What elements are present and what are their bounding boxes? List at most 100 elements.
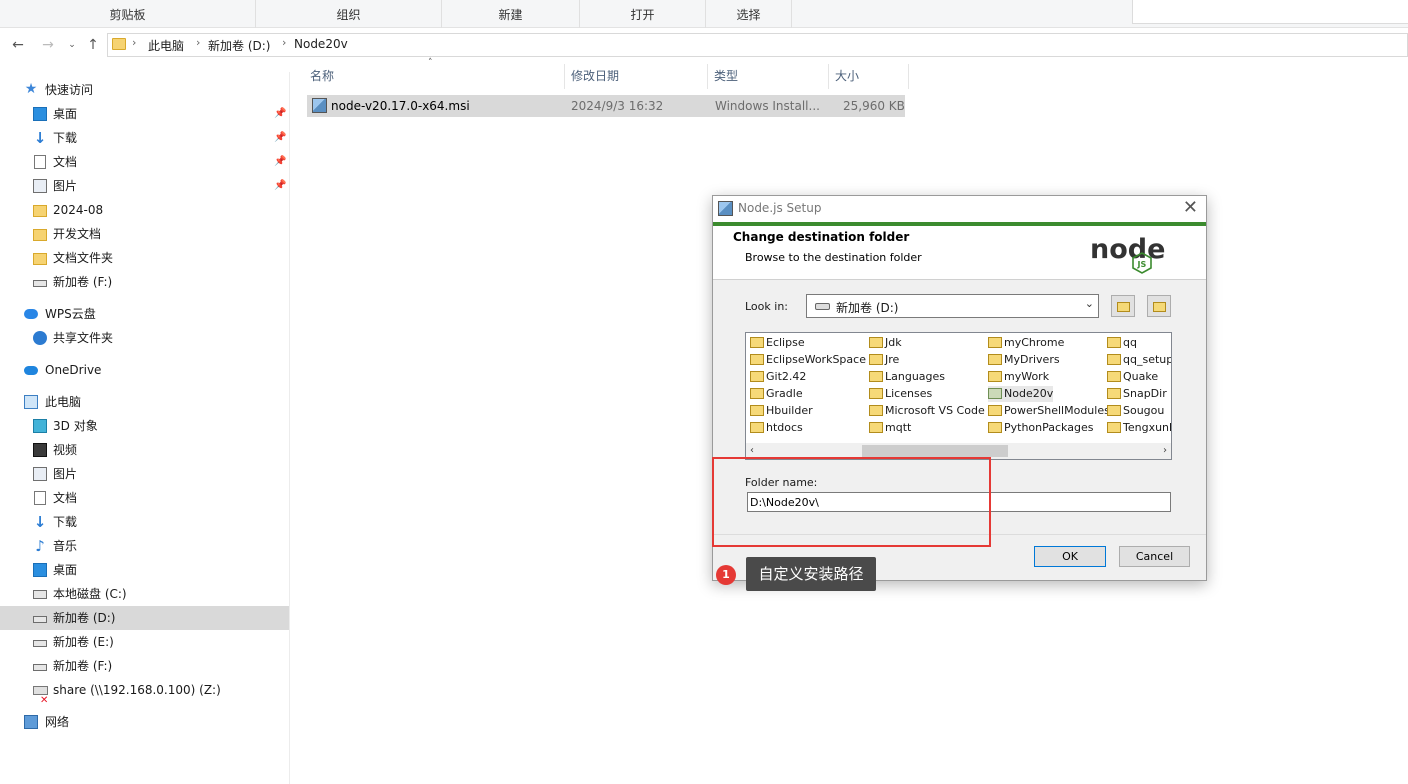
folder-label: MyDrivers: [1004, 353, 1060, 366]
nav-quick-drive-f[interactable]: 新加卷 (F:): [0, 270, 289, 294]
nav-drive-c[interactable]: 本地磁盘 (C:): [0, 582, 289, 606]
folder-icon: [988, 337, 1002, 348]
up-one-level-button[interactable]: [1111, 295, 1135, 317]
folder-item[interactable]: Git2.42: [750, 369, 806, 385]
nav-folder-dev-docs[interactable]: 开发文档: [0, 222, 289, 246]
folder-item[interactable]: Licenses: [869, 386, 932, 402]
folder-item[interactable]: EclipseWorkSpace: [750, 352, 866, 368]
folder-item[interactable]: Quake: [1107, 369, 1158, 385]
folder-item[interactable]: Jre: [869, 352, 899, 368]
disconnected-network-drive-icon: [33, 686, 48, 713]
folder-icon: [869, 388, 883, 399]
nav-documents[interactable]: 文档: [0, 486, 289, 510]
column-header-name[interactable]: 名称: [304, 64, 565, 89]
nav-pinned-desktop[interactable]: 桌面 📌: [0, 102, 289, 126]
nav-drive-f[interactable]: 新加卷 (F:): [0, 654, 289, 678]
nav-label: 新加卷 (D:): [53, 611, 116, 625]
nav-pinned-pictures[interactable]: 图片 📌: [0, 174, 289, 198]
ribbon-group-select: 选择: [706, 0, 792, 28]
folder-item[interactable]: Eclipse: [750, 335, 805, 351]
desktop-icon: [33, 563, 47, 577]
folder-item[interactable]: Tengxunhu: [1107, 420, 1171, 436]
file-row-node-msi[interactable]: node-v20.17.0-x64.msi 2024/9/3 16:32 Win…: [307, 95, 905, 117]
column-header-type[interactable]: 类型: [708, 64, 829, 89]
nav-videos[interactable]: 视频: [0, 438, 289, 462]
folder-item[interactable]: PythonPackages: [988, 420, 1093, 436]
scrollbar-thumb[interactable]: [862, 445, 1008, 457]
recent-locations-chevron-icon[interactable]: ⌄: [62, 33, 82, 57]
nav-network[interactable]: 网络: [0, 710, 289, 734]
address-bar[interactable]: › 此电脑 › 新加卷 (D:) › Node20v: [107, 33, 1408, 57]
column-header-date[interactable]: 修改日期: [565, 64, 708, 89]
pin-icon: 📌: [274, 108, 287, 119]
nav-pinned-downloads[interactable]: ↓ 下载 📌: [0, 126, 289, 150]
forward-arrow-icon[interactable]: →: [38, 33, 58, 57]
nav-downloads[interactable]: ↓ 下载: [0, 510, 289, 534]
folder-item[interactable]: myWork: [988, 369, 1049, 385]
setup-app-icon: [718, 201, 733, 216]
nav-network-drive-z[interactable]: share (\\192.168.0.100) (Z:): [0, 678, 289, 713]
breadcrumb-node20v[interactable]: Node20v: [294, 37, 348, 51]
look-in-dropdown[interactable]: 新加卷 (D:) ⌄: [806, 294, 1099, 318]
folder-item[interactable]: Hbuilder: [750, 403, 813, 419]
dialog-titlebar[interactable]: Node.js Setup ✕: [713, 196, 1206, 222]
cancel-button[interactable]: Cancel: [1119, 546, 1190, 567]
nav-shared-folder[interactable]: 共享文件夹: [0, 326, 289, 350]
folder-item[interactable]: qq: [1107, 335, 1137, 351]
folder-list[interactable]: Eclipse EclipseWorkSpace Git2.42 Gradle …: [745, 332, 1172, 460]
folder-label: Git2.42: [766, 370, 807, 383]
star-icon: ★: [24, 81, 38, 97]
folder-item-selected[interactable]: Node20v: [988, 386, 1054, 402]
nav-pictures[interactable]: 图片: [0, 462, 289, 486]
folder-item[interactable]: MyDrivers: [988, 352, 1060, 368]
folder-label: Sougou: [1123, 404, 1165, 417]
ribbon-search-box[interactable]: [1132, 0, 1408, 24]
scroll-right-arrow-icon[interactable]: ›: [1163, 443, 1167, 459]
folder-item[interactable]: htdocs: [750, 420, 803, 436]
nav-3d-objects[interactable]: 3D 对象: [0, 414, 289, 438]
breadcrumb-drive-d[interactable]: 新加卷 (D:): [208, 37, 270, 54]
close-icon[interactable]: ✕: [1183, 197, 1198, 218]
folder-item[interactable]: qq_setup: [1107, 352, 1171, 368]
pictures-icon: [33, 179, 47, 193]
folder-item[interactable]: SnapDir: [1107, 386, 1167, 402]
nav-desktop[interactable]: 桌面: [0, 558, 289, 582]
nav-this-pc[interactable]: 此电脑: [0, 390, 289, 414]
breadcrumb-this-pc[interactable]: 此电脑: [148, 37, 184, 54]
nav-label: 快速访问: [45, 83, 94, 97]
nav-label: share (\\192.168.0.100) (Z:): [53, 683, 221, 697]
folder-item[interactable]: Microsoft VS Code: [869, 403, 985, 419]
nav-drive-e[interactable]: 新加卷 (E:): [0, 630, 289, 654]
column-header-size[interactable]: 大小: [829, 64, 909, 89]
folder-icon: [869, 371, 883, 382]
folder-label: Gradle: [766, 387, 803, 400]
navigation-pane: ★ 快速访问 桌面 📌 ↓ 下载 📌 文档 📌 图片 📌 2024-08 开发文…: [0, 72, 290, 784]
ok-button[interactable]: OK: [1034, 546, 1106, 567]
3d-objects-icon: [33, 419, 47, 433]
nav-wps-cloud[interactable]: WPS云盘: [0, 302, 289, 326]
dialog-header: Change destination folder Browse to the …: [713, 226, 1206, 280]
folder-label: myChrome: [1004, 336, 1065, 349]
folder-item[interactable]: PowerShellModules: [988, 403, 1110, 419]
nav-folder-doc-folder[interactable]: 文档文件夹: [0, 246, 289, 270]
ribbon-group-labels: 剪贴板 组织 新建 打开 选择: [0, 0, 1408, 28]
breadcrumb-separator-icon: ›: [196, 36, 201, 49]
nav-music[interactable]: ♪ 音乐: [0, 534, 289, 558]
create-new-folder-button[interactable]: [1147, 295, 1171, 317]
folder-item[interactable]: Jdk: [869, 335, 902, 351]
folder-item[interactable]: myChrome: [988, 335, 1064, 351]
folder-item[interactable]: Gradle: [750, 386, 803, 402]
drive-icon: [33, 280, 47, 287]
nav-onedrive[interactable]: OneDrive: [0, 358, 289, 382]
folder-item[interactable]: Languages: [869, 369, 945, 385]
nav-folder-2024-08[interactable]: 2024-08: [0, 198, 289, 222]
up-arrow-icon[interactable]: ↑: [83, 33, 103, 57]
back-arrow-icon[interactable]: ←: [8, 33, 28, 57]
nav-quick-access[interactable]: ★ 快速访问: [0, 78, 289, 102]
nav-label: 此电脑: [45, 395, 82, 409]
folder-icon: [750, 388, 764, 399]
folder-item[interactable]: Sougou: [1107, 403, 1164, 419]
nav-drive-d-selected[interactable]: 新加卷 (D:): [0, 606, 289, 630]
folder-item[interactable]: mqtt: [869, 420, 911, 436]
nav-pinned-documents[interactable]: 文档 📌: [0, 150, 289, 174]
